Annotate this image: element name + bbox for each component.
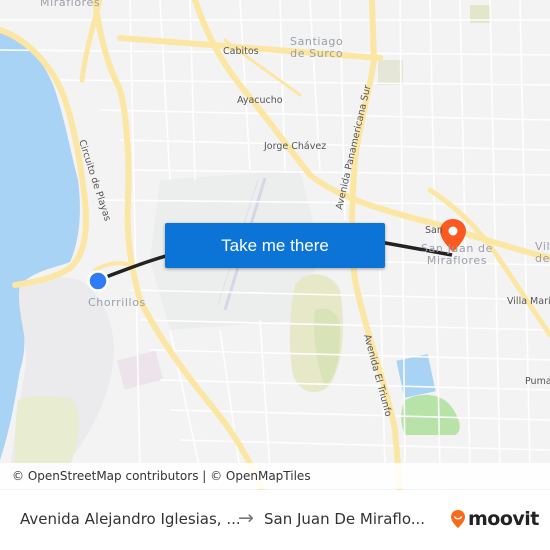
label-san-juan-de-miraflores: San Juan de Miraflores <box>421 242 493 267</box>
label-san: San <box>425 225 443 236</box>
label-miraflores: Miraflores <box>40 0 101 9</box>
moovit-wordmark: moovit <box>468 508 539 530</box>
label-villa-el-salvador-partial: Vil del <box>535 240 550 265</box>
map[interactable]: Miraflores Cabitos Santiago de Surco Aya… <box>0 0 550 490</box>
take-me-there-button[interactable]: Take me there <box>165 223 385 268</box>
footer-bar: Avenida Alejandro Iglesias, ... → San Ju… <box>0 490 550 550</box>
origin-name: Avenida Alejandro Iglesias, ... <box>20 510 241 528</box>
park-green <box>401 394 460 435</box>
origin-marker <box>87 270 109 292</box>
destination-name: San Juan De Miraflo... <box>264 510 426 528</box>
label-jorge-chavez: Jorge Chávez <box>264 141 327 152</box>
label-pumac: Pumac <box>525 376 550 387</box>
label-villa-maria: Villa María <box>507 296 550 307</box>
arrow-right-icon: → <box>238 507 254 529</box>
label-ayacucho: Ayacucho <box>237 95 283 106</box>
pool <box>396 354 436 398</box>
label-chorrillos: Chorrillos <box>88 296 146 309</box>
moovit-logo[interactable]: moovit <box>450 508 539 530</box>
park-morro <box>15 395 80 465</box>
moovit-pin-icon <box>451 510 465 528</box>
label-cabitos: Cabitos <box>223 46 259 57</box>
map-attribution[interactable]: © OpenStreetMap contributors | © OpenMap… <box>0 463 550 489</box>
label-santiago-de-surco: Santiago de Surco <box>290 35 344 60</box>
